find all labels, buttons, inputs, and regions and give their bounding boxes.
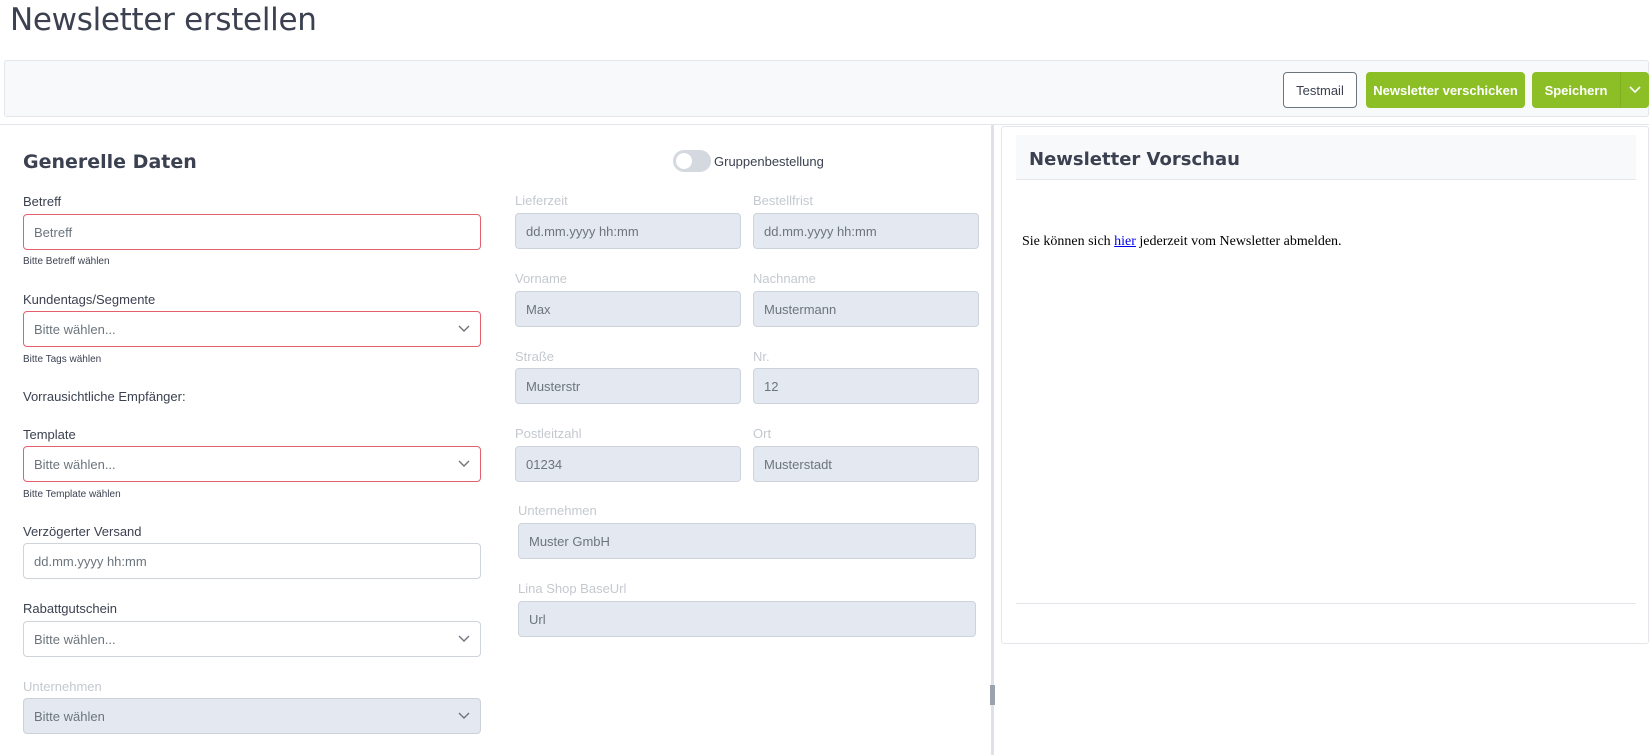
postal-code-input: 01234 [515, 446, 741, 482]
house-number-label: Nr. [753, 349, 770, 364]
chevron-down-icon [458, 635, 470, 642]
delayed-send-label: Verzögerter Versand [23, 524, 142, 539]
company-value: Bitte wählen [34, 708, 105, 724]
subject-input[interactable]: Betreff [23, 214, 481, 250]
company-label: Unternehmen [23, 679, 102, 694]
general-data-title: Generelle Daten [23, 151, 197, 173]
shop-base-url-input: Url [518, 601, 976, 637]
city-input: Musterstadt [753, 446, 979, 482]
chevron-down-icon [458, 325, 470, 332]
unsubscribe-link[interactable]: hier [1114, 234, 1136, 249]
expected-recipients-label: Vorrausichtliche Empfänger: [23, 389, 186, 404]
chevron-down-icon [458, 712, 470, 719]
delivery-time-input: dd.mm.yyyy hh:mm [515, 213, 741, 249]
street-label: Straße [515, 349, 555, 364]
splitter-handle[interactable] [990, 685, 995, 705]
save-button[interactable]: Speichern [1532, 72, 1620, 108]
panel-splitter[interactable] [991, 125, 994, 755]
house-number-input: 12 [753, 368, 979, 404]
group-company-input: Muster GmbH [518, 523, 976, 559]
delivery-time-label: Lieferzeit [515, 193, 568, 208]
customer-tags-hint: Bitte Tags wählen [23, 354, 102, 365]
order-deadline-label: Bestellfrist [753, 193, 813, 208]
unsubscribe-text-after: jederzeit vom Newsletter abmelden. [1135, 234, 1342, 249]
chevron-down-icon [1628, 86, 1641, 94]
last-name-label: Nachname [753, 271, 816, 286]
company-select: Bitte wählen [23, 698, 481, 734]
preview-header: Newsletter Vorschau [1016, 135, 1636, 180]
first-name-input: Max [515, 291, 741, 327]
discount-voucher-select[interactable]: Bitte wählen... [23, 621, 481, 657]
page-title: Newsletter erstellen [10, 2, 317, 38]
toggle-knob [676, 153, 692, 169]
city-label: Ort [753, 426, 772, 441]
group-company-label: Unternehmen [518, 503, 597, 518]
customer-tags-label: Kundentags/Segmente [23, 292, 156, 307]
customer-tags-value: Bitte wählen... [34, 321, 116, 337]
last-name-input: Mustermann [753, 291, 979, 327]
street-input: Musterstr [515, 368, 741, 404]
template-label: Template [23, 427, 76, 442]
order-deadline-input: dd.mm.yyyy hh:mm [753, 213, 979, 249]
action-toolbar: Testmail Newsletter verschicken Speicher… [4, 60, 1649, 117]
unsubscribe-text-before: Sie können sich [1022, 234, 1115, 249]
preview-title: Newsletter Vorschau [1029, 149, 1240, 170]
first-name-label: Vorname [515, 271, 568, 286]
save-options-button[interactable] [1620, 72, 1649, 108]
subject-hint: Bitte Betreff wählen [23, 256, 110, 267]
testmail-button[interactable]: Testmail [1283, 72, 1357, 108]
group-order-toggle[interactable] [673, 150, 711, 172]
header-divider [0, 124, 1649, 125]
send-newsletter-button[interactable]: Newsletter verschicken [1366, 72, 1525, 108]
template-hint: Bitte Template wählen [23, 489, 121, 500]
template-select[interactable]: Bitte wählen... [23, 446, 481, 482]
group-order-label: Gruppenbestellung [714, 154, 824, 169]
template-value: Bitte wählen... [34, 456, 116, 472]
postal-code-label: Postleitzahl [515, 426, 582, 441]
customer-tags-select[interactable]: Bitte wählen... [23, 311, 481, 347]
discount-voucher-value: Bitte wählen... [34, 631, 116, 647]
newsletter-preview-card: Newsletter Vorschau Sie können sich hier… [1001, 126, 1649, 644]
delayed-send-input[interactable]: dd.mm.yyyy hh:mm [23, 543, 481, 579]
subject-label: Betreff [23, 194, 62, 209]
chevron-down-icon [458, 460, 470, 467]
preview-content: Sie können sich hier jederzeit vom Newsl… [1022, 234, 1342, 250]
shop-base-url-label: Lina Shop BaseUrl [518, 581, 627, 596]
preview-footer-divider [1016, 603, 1636, 604]
discount-voucher-label: Rabattgutschein [23, 601, 117, 616]
